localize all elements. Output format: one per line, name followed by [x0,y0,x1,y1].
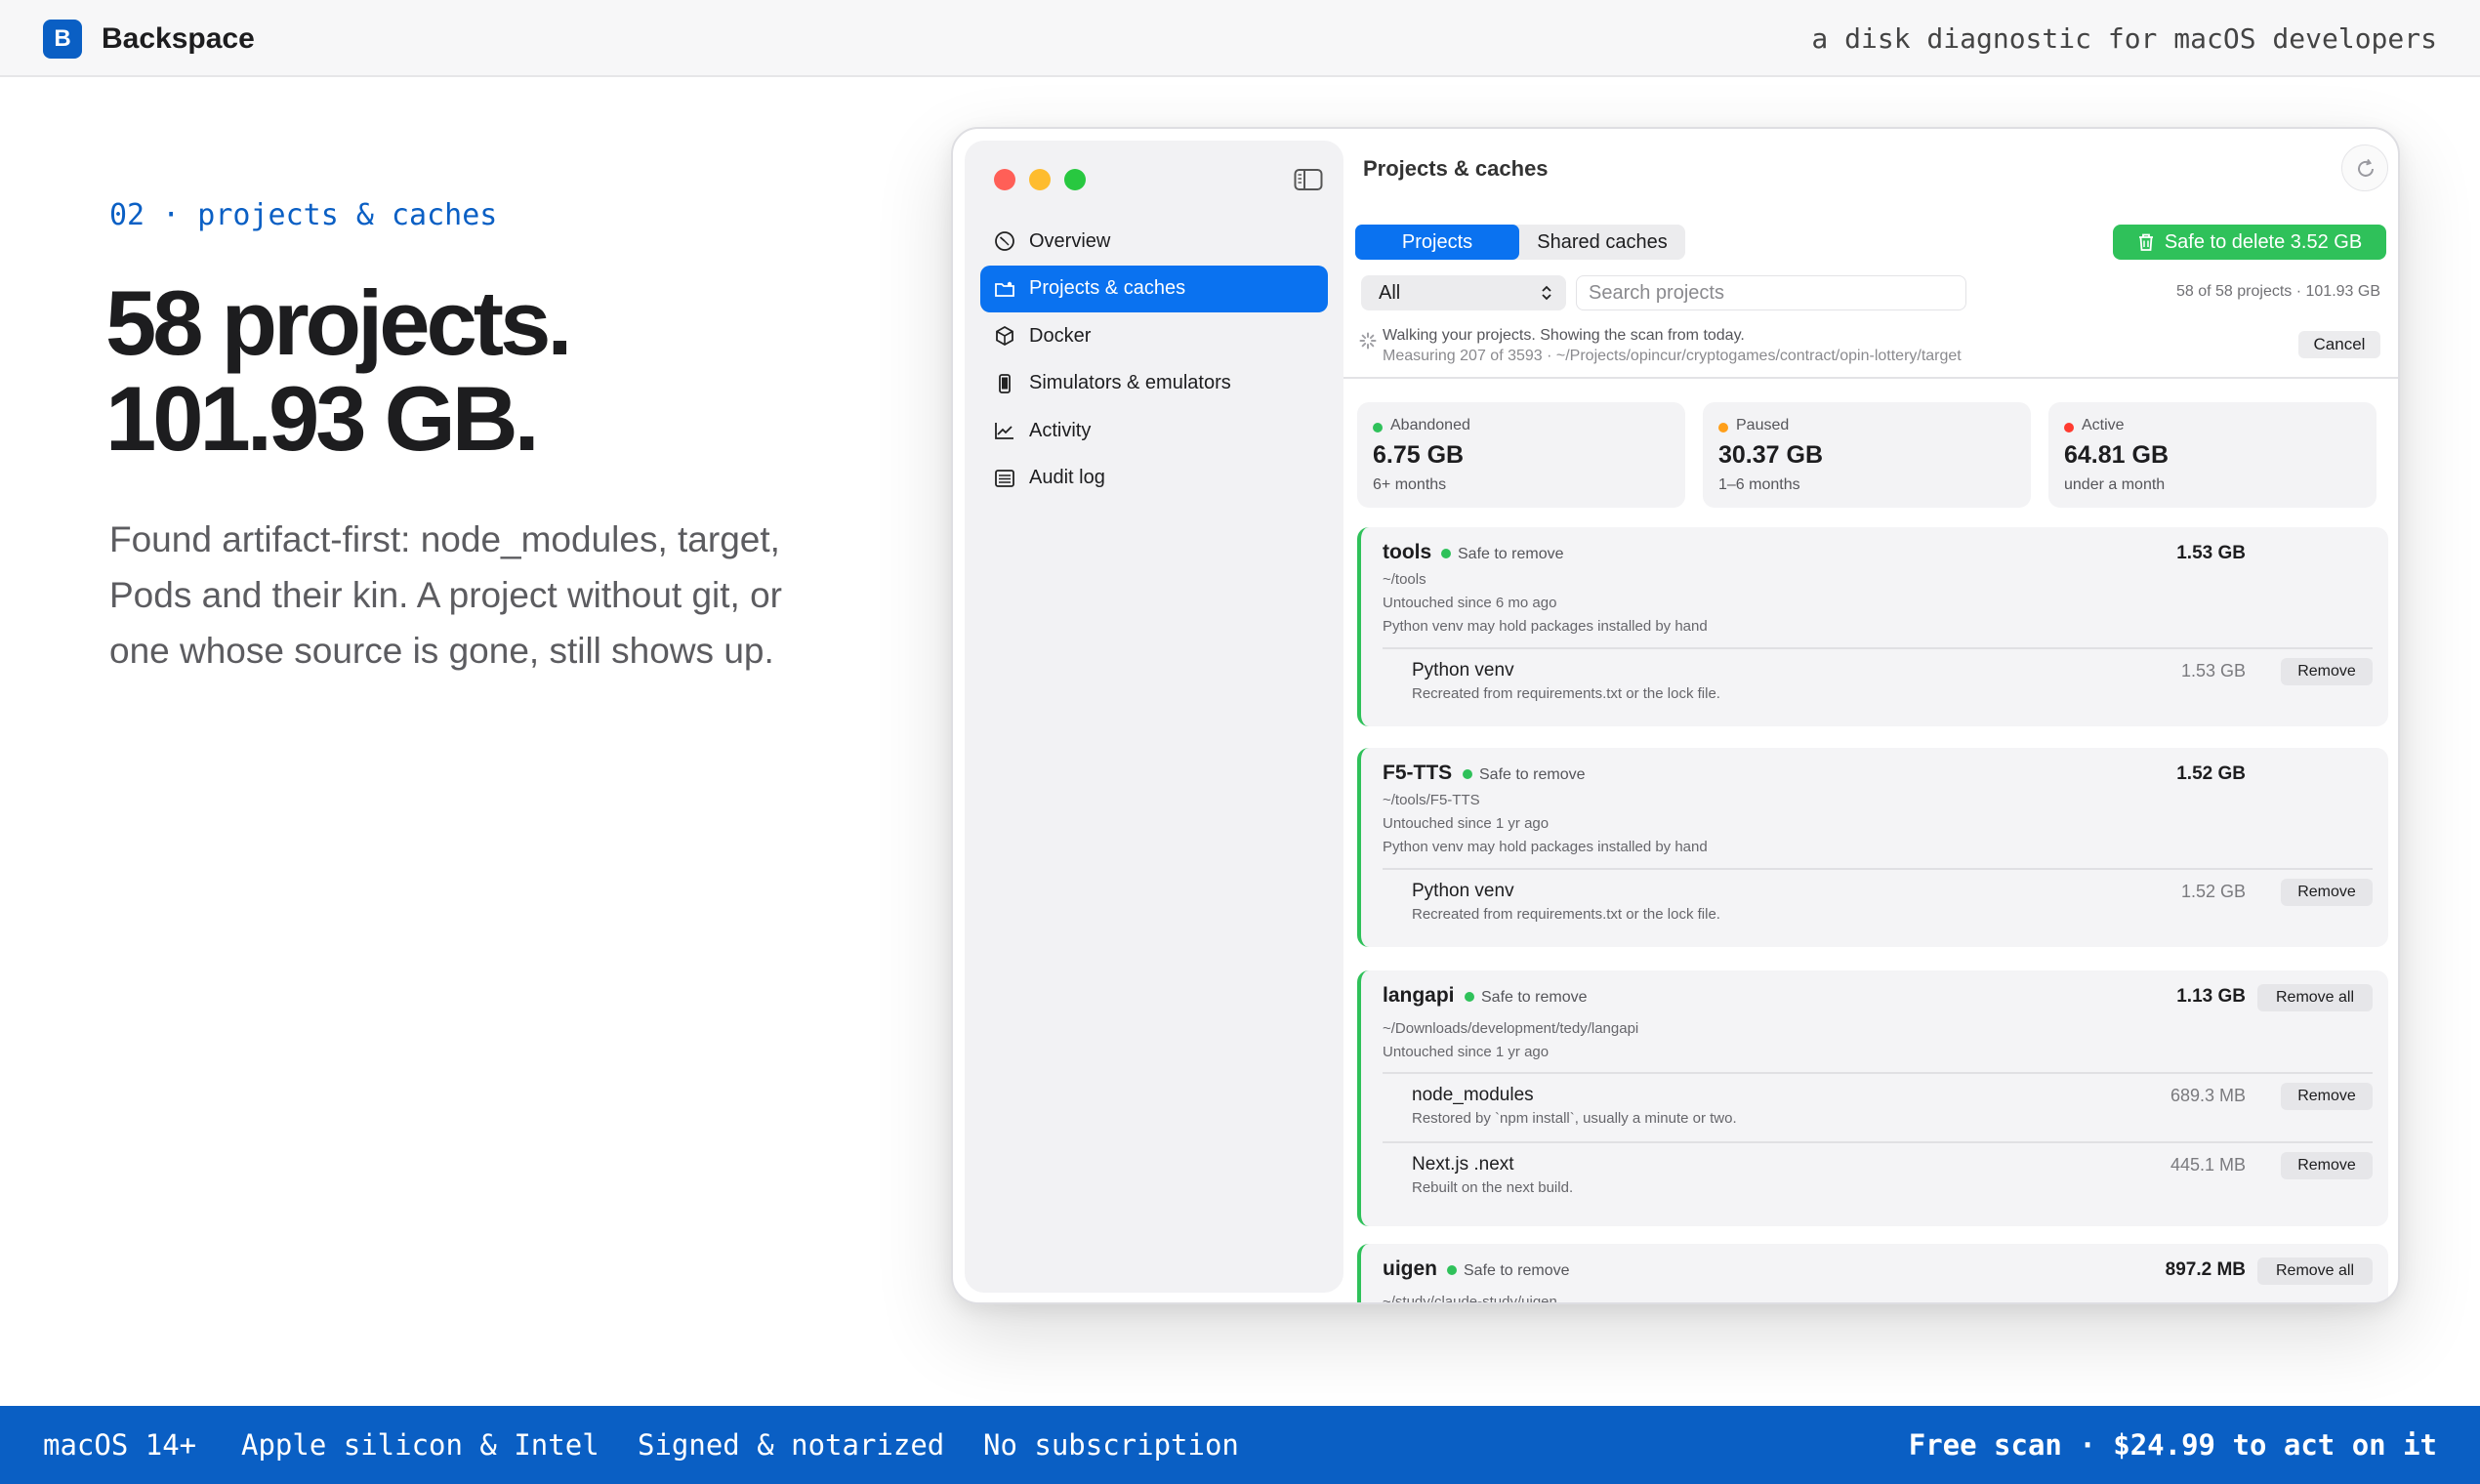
list-icon [995,470,1014,487]
zoom-window-button[interactable] [1064,169,1086,190]
sidebar-item-projects-caches[interactable]: Projects & caches [980,265,1328,312]
main-panel: Projects & caches Projects Shared caches… [1343,129,2398,1304]
safe-badge: Safe to remove [1463,766,1586,784]
headline-line-2: 101.93 GB. [105,367,540,470]
project-card-tools: tools Safe to remove 1.53 GB ~/tools Unt… [1357,527,2388,726]
artifact-size: 445.1 MB [2170,1155,2246,1175]
gauge-icon [995,231,1014,251]
sidebar-toggle-icon[interactable] [1294,168,1323,191]
artifact-name: node_modules [1412,1085,1534,1105]
remove-all-button[interactable]: Remove all [2257,984,2373,1011]
project-name: F5-TTS [1383,762,1453,784]
sidebar-nav: Overview Projects & caches Docker Simula… [980,218,1328,503]
safe-badge: Safe to remove [1465,989,1588,1007]
remove-button[interactable]: Remove [2281,879,2373,906]
safe-badge: Safe to remove [1447,1262,1570,1280]
feature-silicon: Apple silicon & Intel [241,1428,599,1462]
feature-no-subscription: No subscription [983,1428,1239,1462]
sidebar: Overview Projects & caches Docker Simula… [965,141,1343,1293]
project-card-uigen: uigen Safe to remove 897.2 MB Remove all… [1357,1244,2388,1304]
safe-badge: Safe to remove [1441,546,1564,563]
brand-name[interactable]: Backspace [102,20,255,59]
remove-button[interactable]: Remove [2281,1083,2373,1110]
remove-all-button[interactable]: Remove all [2257,1257,2373,1285]
project-untouched: Untouched since 1 yr ago [1383,1044,1550,1060]
project-name: uigen [1383,1257,1437,1280]
project-path: ~/tools/F5-TTS [1383,792,1480,808]
project-size: 897.2 MB [2165,1259,2246,1280]
divider [1383,1072,2373,1074]
chart-line-icon [995,423,1013,440]
divider [1383,647,2373,649]
project-path: ~/tools [1383,571,1426,588]
project-path: ~/study/claude-study/uigen [1383,1294,1557,1304]
artifact-name: Next.js .next [1412,1154,1514,1175]
sidebar-item-activity[interactable]: Activity [980,407,1328,454]
sidebar-item-label: Overview [1029,229,1111,252]
feature-macos: macOS 14+ [43,1428,197,1462]
site-tagline: a disk diagnostic for macOS developers [1811,22,2437,55]
artifact-description: Recreated from requirements.txt or the l… [1412,906,1720,923]
artifact-size: 1.52 GB [2180,882,2246,901]
artifact-description: Rebuilt on the next build. [1412,1179,1574,1196]
feature-signed: Signed & notarized [638,1428,945,1462]
project-size: 1.53 GB [2176,543,2246,563]
sidebar-item-audit-log[interactable]: Audit log [980,455,1328,502]
hero-description: Found artifact-first: node_modules, targ… [109,519,782,671]
project-card-f5-tts: F5-TTS Safe to remove 1.52 GB ~/tools/F5… [1357,748,2388,947]
phone-icon [999,373,1011,393]
sidebar-item-label: Audit log [1029,467,1105,489]
feature-bar: macOS 14+ Apple silicon & Intel Signed &… [0,1406,2480,1484]
divider [1383,1141,2373,1143]
project-note: Python venv may hold packages installed … [1383,618,1708,635]
project-name: langapi [1383,984,1455,1007]
close-window-button[interactable] [994,169,1015,190]
project-list: tools Safe to remove 1.53 GB ~/tools Unt… [1343,129,2398,1304]
artifact-name: Python venv [1412,660,1514,680]
artifact-size: 689.3 MB [2170,1086,2246,1105]
project-size: 1.52 GB [2176,763,2246,784]
site-header: B Backspace a disk diagnostic for macOS … [0,0,2480,77]
artifact-description: Restored by `npm install`, usually a min… [1412,1110,1737,1127]
sidebar-item-label: Simulators & emulators [1029,372,1231,394]
brand-logo[interactable]: B [43,20,82,59]
project-name: tools [1383,541,1432,563]
remove-button[interactable]: Remove [2281,1152,2373,1179]
hero-headline: 58 projects. 101.93 GB. [105,271,572,470]
artifact-size: 1.53 GB [2180,661,2246,680]
project-card-langapi: langapi Safe to remove 1.13 GB Remove al… [1357,970,2388,1226]
pricing-cta[interactable]: Free scan · $24.99 to act on it [1909,1425,2437,1464]
sidebar-item-label: Activity [1029,419,1092,441]
folder-icon [995,281,1014,297]
project-note: Python venv may hold packages installed … [1383,839,1708,855]
sidebar-item-overview[interactable]: Overview [980,218,1328,265]
project-untouched: Untouched since 1 yr ago [1383,815,1550,832]
sidebar-item-simulators[interactable]: Simulators & emulators [980,360,1328,407]
cube-icon [996,326,1013,347]
project-path: ~/Downloads/development/tedy/langapi [1383,1020,1639,1037]
section-eyebrow: 02 · projects & caches [109,198,498,232]
headline-line-1: 58 projects. [105,271,572,374]
remove-button[interactable]: Remove [2281,658,2373,685]
divider [1383,868,2373,870]
sidebar-item-label: Docker [1029,324,1092,347]
sidebar-item-label: Projects & caches [1029,277,1186,300]
minimize-window-button[interactable] [1029,169,1051,190]
app-window: Overview Projects & caches Docker Simula… [951,127,2400,1304]
project-size: 1.13 GB [2176,986,2246,1007]
sidebar-item-docker[interactable]: Docker [980,312,1328,359]
artifact-description: Recreated from requirements.txt or the l… [1412,685,1720,702]
artifact-name: Python venv [1412,881,1514,901]
project-untouched: Untouched since 6 mo ago [1383,595,1557,611]
